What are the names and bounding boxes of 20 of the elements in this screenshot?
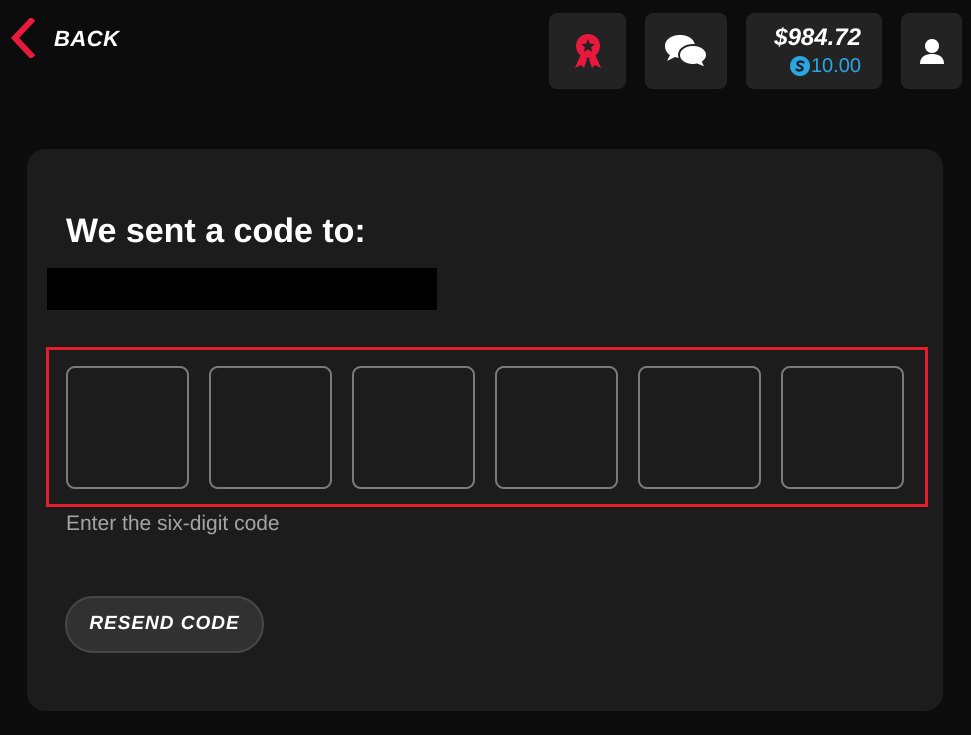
code-digit-field[interactable] xyxy=(495,366,618,489)
coin-icon xyxy=(790,56,810,76)
heading: We sent a code to: xyxy=(66,211,367,252)
speech-bubbles-icon xyxy=(664,34,708,68)
code-digit-field[interactable] xyxy=(352,366,475,489)
hint-text: Enter the six-digit code xyxy=(66,511,281,536)
chat-button[interactable] xyxy=(645,13,727,89)
balance-amount: $984.72 xyxy=(774,24,861,52)
user-icon xyxy=(918,38,946,64)
resend-code-button[interactable]: RESEND CODE xyxy=(65,596,264,653)
profile-button[interactable] xyxy=(901,13,962,89)
chevron-left-icon xyxy=(10,18,35,58)
code-digit-field[interactable] xyxy=(209,366,332,489)
awards-button[interactable] xyxy=(549,13,626,89)
bonus-balance: 10.00 xyxy=(810,54,861,78)
back-button[interactable]: BACK xyxy=(10,18,120,58)
code-digit-field[interactable] xyxy=(638,366,761,489)
code-digit-field[interactable] xyxy=(66,366,189,489)
balance-button[interactable]: $984.72 10.00 xyxy=(746,13,882,89)
code-digit-field[interactable] xyxy=(781,366,904,489)
